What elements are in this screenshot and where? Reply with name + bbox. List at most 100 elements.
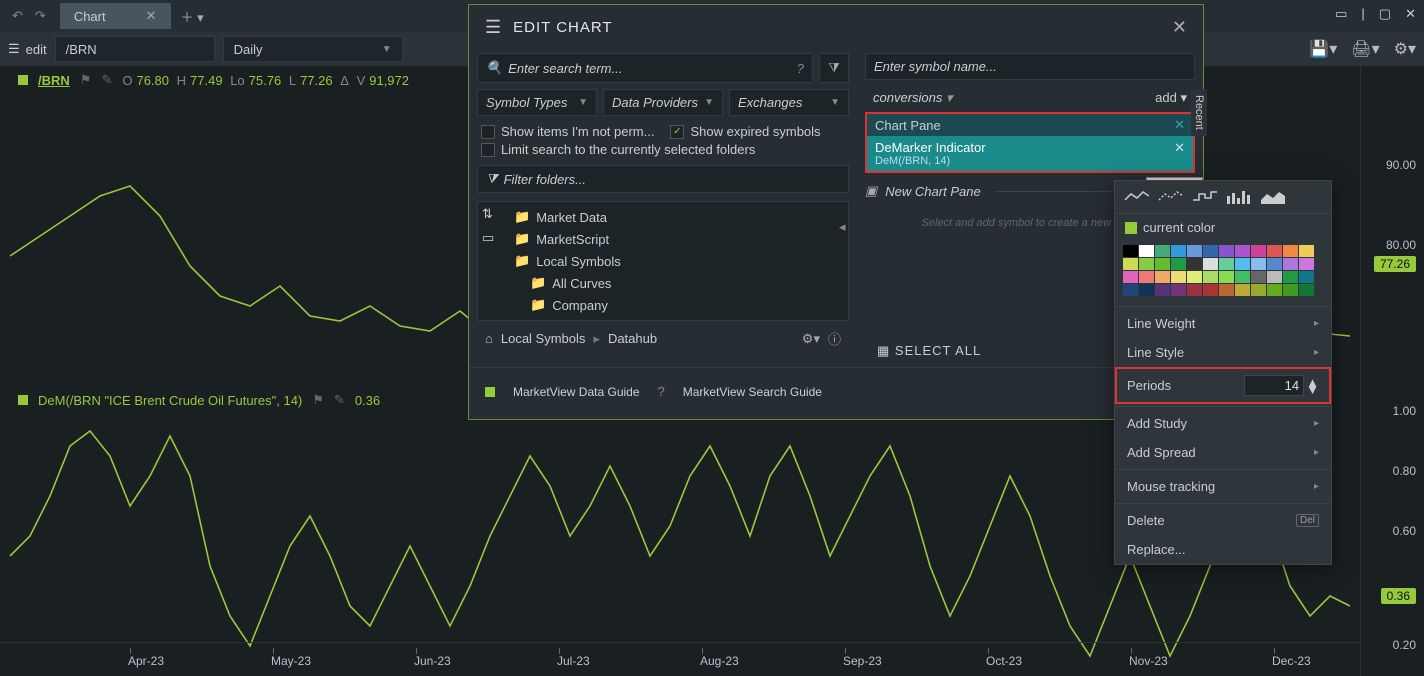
gear-icon[interactable]: ⚙▾ (1394, 39, 1416, 59)
line-weight-item[interactable]: Line Weight▸ (1115, 309, 1331, 338)
symbol-name-input[interactable]: Enter symbol name... (865, 53, 1195, 80)
checkbox-limit-folders[interactable]: Limit search to the currently selected f… (477, 142, 849, 157)
add-spread-item[interactable]: Add Spread▸ (1115, 438, 1331, 467)
flag-icon[interactable]: ⚑ (312, 392, 324, 408)
palette-color[interactable] (1219, 245, 1234, 257)
palette-color[interactable] (1267, 258, 1282, 270)
search-input[interactable]: 🔍 Enter search term... ? (477, 53, 813, 83)
save-icon[interactable]: 💾▾ (1309, 39, 1337, 59)
interval-dropdown[interactable]: Daily ▼ (223, 36, 403, 62)
folder-tree[interactable]: ⇅ ▭ 📁Market Data 📁MarketScript 📁Local Sy… (477, 201, 849, 321)
pencil-icon[interactable]: ✎ (334, 392, 345, 408)
breadcrumb-item[interactable]: Datahub (608, 331, 657, 346)
line-chart-icon[interactable] (1121, 187, 1151, 207)
home-icon[interactable]: ⌂ (485, 331, 493, 346)
filter-icon[interactable]: ⧩ (819, 53, 849, 83)
palette-color[interactable] (1299, 245, 1314, 257)
palette-color[interactable] (1155, 258, 1170, 270)
add-button[interactable]: add ▾ (1155, 90, 1187, 106)
palette-color[interactable] (1139, 258, 1154, 270)
palette-color[interactable] (1203, 245, 1218, 257)
palette-color[interactable] (1219, 258, 1234, 270)
tab-add-icon[interactable]: ＋ ▾ (181, 7, 204, 26)
palette-color[interactable] (1299, 271, 1314, 283)
palette-color[interactable] (1235, 245, 1250, 257)
minimize-icon[interactable]: ▢ (1379, 6, 1391, 22)
periods-input[interactable] (1244, 375, 1304, 396)
palette-color[interactable] (1203, 271, 1218, 283)
mouse-tracking-item[interactable]: Mouse tracking▸ (1115, 472, 1331, 501)
palette-color[interactable] (1187, 245, 1202, 257)
add-study-item[interactable]: Add Study▸ (1115, 409, 1331, 438)
palette-color[interactable] (1235, 258, 1250, 270)
data-guide-link[interactable]: MarketView Data Guide (513, 385, 640, 399)
pane-close-icon[interactable]: ✕ (1174, 117, 1185, 133)
palette-color[interactable] (1187, 271, 1202, 283)
palette-color[interactable] (1251, 284, 1266, 296)
palette-color[interactable] (1155, 271, 1170, 283)
indicator-name[interactable]: DeM(/BRN "ICE Brent Crude Oil Futures", … (38, 393, 302, 408)
restore-icon[interactable]: ▭ (1335, 6, 1347, 22)
bar-chart-icon[interactable] (1223, 187, 1253, 207)
palette-color[interactable] (1283, 284, 1298, 296)
recent-tab[interactable]: Recent (1191, 89, 1207, 136)
back-icon[interactable]: ↶ (12, 8, 23, 24)
search-guide-link[interactable]: MarketView Search Guide (683, 385, 822, 399)
folder-mode-icon[interactable]: ▭ (482, 230, 510, 246)
tree-item[interactable]: 📁Company (510, 294, 844, 316)
palette-color[interactable] (1299, 284, 1314, 296)
replace-item[interactable]: Replace... (1115, 535, 1331, 564)
checkbox-not-permitted[interactable]: Show items I'm not perm... ✓Show expired… (477, 124, 849, 139)
breadcrumb-item[interactable]: Local Symbols (501, 331, 586, 346)
filter-folders-input[interactable]: ⧩ Filter folders... (477, 165, 849, 193)
palette-color[interactable] (1171, 271, 1186, 283)
palette-color[interactable] (1155, 284, 1170, 296)
select-all-button[interactable]: ▦ SELECT ALL (877, 343, 981, 359)
palette-color[interactable] (1203, 258, 1218, 270)
edit-button[interactable]: ☰ edit (8, 41, 47, 57)
tree-item[interactable]: 📁Local Symbols (510, 250, 844, 272)
palette-color[interactable] (1139, 271, 1154, 283)
symbol-types-dropdown[interactable]: Symbol Types▼ (477, 89, 597, 116)
insert-icon[interactable]: ▣ (865, 183, 877, 199)
pane-item-demarker[interactable]: ✕ DeMarker Indicator DeM(/BRN, 14) (867, 136, 1193, 171)
palette-color[interactable] (1139, 245, 1154, 257)
info-icon[interactable]: ⓘ (828, 329, 841, 348)
spin-down-icon[interactable]: ▼ (1306, 386, 1319, 393)
tree-item[interactable]: 📁MarketScript (510, 228, 844, 250)
palette-color[interactable] (1283, 258, 1298, 270)
forward-icon[interactable]: ↷ (35, 8, 46, 24)
palette-color[interactable] (1155, 245, 1170, 257)
dialog-close-icon[interactable]: ✕ (1172, 17, 1187, 38)
palette-color[interactable] (1203, 284, 1218, 296)
step-chart-icon[interactable] (1189, 187, 1219, 207)
palette-color[interactable] (1299, 258, 1314, 270)
palette-color[interactable] (1251, 245, 1266, 257)
data-providers-dropdown[interactable]: Data Providers▼ (603, 89, 723, 116)
palette-color[interactable] (1123, 271, 1138, 283)
delete-item[interactable]: DeleteDel (1115, 506, 1331, 535)
palette-color[interactable] (1267, 284, 1282, 296)
palette-color[interactable] (1283, 245, 1298, 257)
palette-color[interactable] (1187, 258, 1202, 270)
help-icon[interactable]: ? (797, 61, 804, 76)
palette-color[interactable] (1235, 271, 1250, 283)
tree-item[interactable]: 📁All Curves (510, 272, 844, 294)
palette-color[interactable] (1283, 271, 1298, 283)
tree-item[interactable]: 📁Market Data (510, 206, 844, 228)
palette-color[interactable] (1267, 245, 1282, 257)
conversions-dropdown[interactable]: conversions ▾ (873, 90, 953, 106)
palette-color[interactable] (1123, 245, 1138, 257)
palette-color[interactable] (1187, 284, 1202, 296)
tab-close-icon[interactable]: ✕ (146, 8, 157, 24)
palette-color[interactable] (1171, 258, 1186, 270)
expand-all-icon[interactable]: ⇅ (482, 206, 510, 222)
tab-chart[interactable]: Chart ✕ (60, 3, 171, 29)
print-icon[interactable]: 🖨▾ (1351, 39, 1379, 59)
palette-color[interactable] (1267, 271, 1282, 283)
palette-color[interactable] (1251, 258, 1266, 270)
collapse-icon[interactable]: ◂ (839, 219, 846, 235)
symbol-input[interactable]: /BRN (55, 36, 215, 62)
flag-icon[interactable]: ⚑ (80, 72, 92, 88)
dotted-chart-icon[interactable] (1155, 187, 1185, 207)
